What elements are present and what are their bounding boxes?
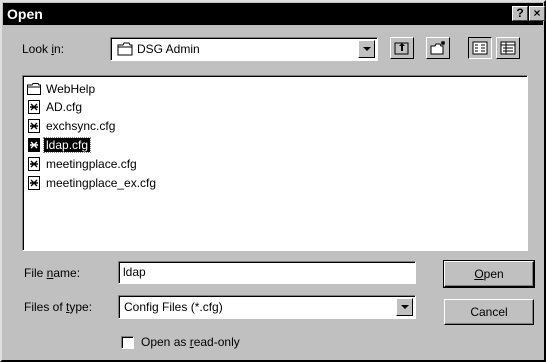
cancel-button[interactable]: Cancel: [444, 299, 534, 325]
read-only-checkbox[interactable]: [121, 336, 134, 349]
folder-icon: [27, 82, 41, 95]
look-in-dropdown-arrow[interactable]: [358, 40, 375, 58]
file-type-dropdown-arrow[interactable]: [396, 298, 413, 316]
config-file-icon: [28, 175, 40, 190]
file-name-input[interactable]: ldap: [118, 261, 416, 284]
list-item[interactable]: exchsync.cfg: [27, 117, 117, 134]
help-button[interactable]: ?: [512, 6, 528, 21]
close-icon: ×: [533, 6, 541, 20]
open-dialog: Open ? × Look in: DSG Admin WebHelp AD.c…: [0, 0, 546, 362]
config-file-icon: [28, 99, 40, 114]
read-only-label[interactable]: Open as read-only: [141, 335, 240, 349]
config-file-icon: [28, 156, 40, 171]
file-type-label: Files of type:: [24, 300, 93, 314]
config-file-icon: [28, 137, 40, 152]
list-item[interactable]: meetingplace_ex.cfg: [27, 174, 158, 191]
create-new-folder-icon: [430, 41, 445, 55]
file-type-dropdown[interactable]: Config Files (*.cfg): [118, 295, 416, 319]
list-item[interactable]: meetingplace.cfg: [27, 155, 139, 172]
close-button[interactable]: ×: [529, 6, 545, 21]
list-view-button[interactable]: [468, 37, 492, 59]
file-list[interactable]: WebHelp AD.cfg exchsync.cfg ldap.cfg mee…: [22, 75, 528, 251]
file-name-label: File name:: [24, 266, 81, 280]
file-name-value: ldap: [123, 265, 146, 279]
config-file-icon: [28, 118, 40, 133]
file-type-value: Config Files (*.cfg): [124, 300, 223, 314]
up-one-level-icon: [394, 42, 409, 55]
dialog-title: Open: [7, 6, 43, 22]
up-one-level-button[interactable]: [390, 37, 414, 59]
list-view-icon: [472, 41, 488, 55]
folder-icon: [117, 42, 133, 56]
look-in-value: DSG Admin: [137, 42, 200, 56]
details-view-button[interactable]: [496, 37, 520, 59]
help-icon: ?: [516, 6, 524, 20]
create-new-folder-button[interactable]: [426, 37, 450, 59]
look-in-label: Look in:: [22, 42, 65, 56]
open-button[interactable]: Open: [443, 260, 535, 288]
details-view-icon: [500, 41, 516, 55]
look-in-dropdown[interactable]: DSG Admin: [110, 37, 378, 61]
list-item-selected[interactable]: ldap.cfg: [27, 136, 92, 153]
title-bar[interactable]: Open ? ×: [3, 3, 545, 25]
list-item[interactable]: AD.cfg: [27, 98, 84, 115]
list-item[interactable]: WebHelp: [27, 80, 97, 97]
